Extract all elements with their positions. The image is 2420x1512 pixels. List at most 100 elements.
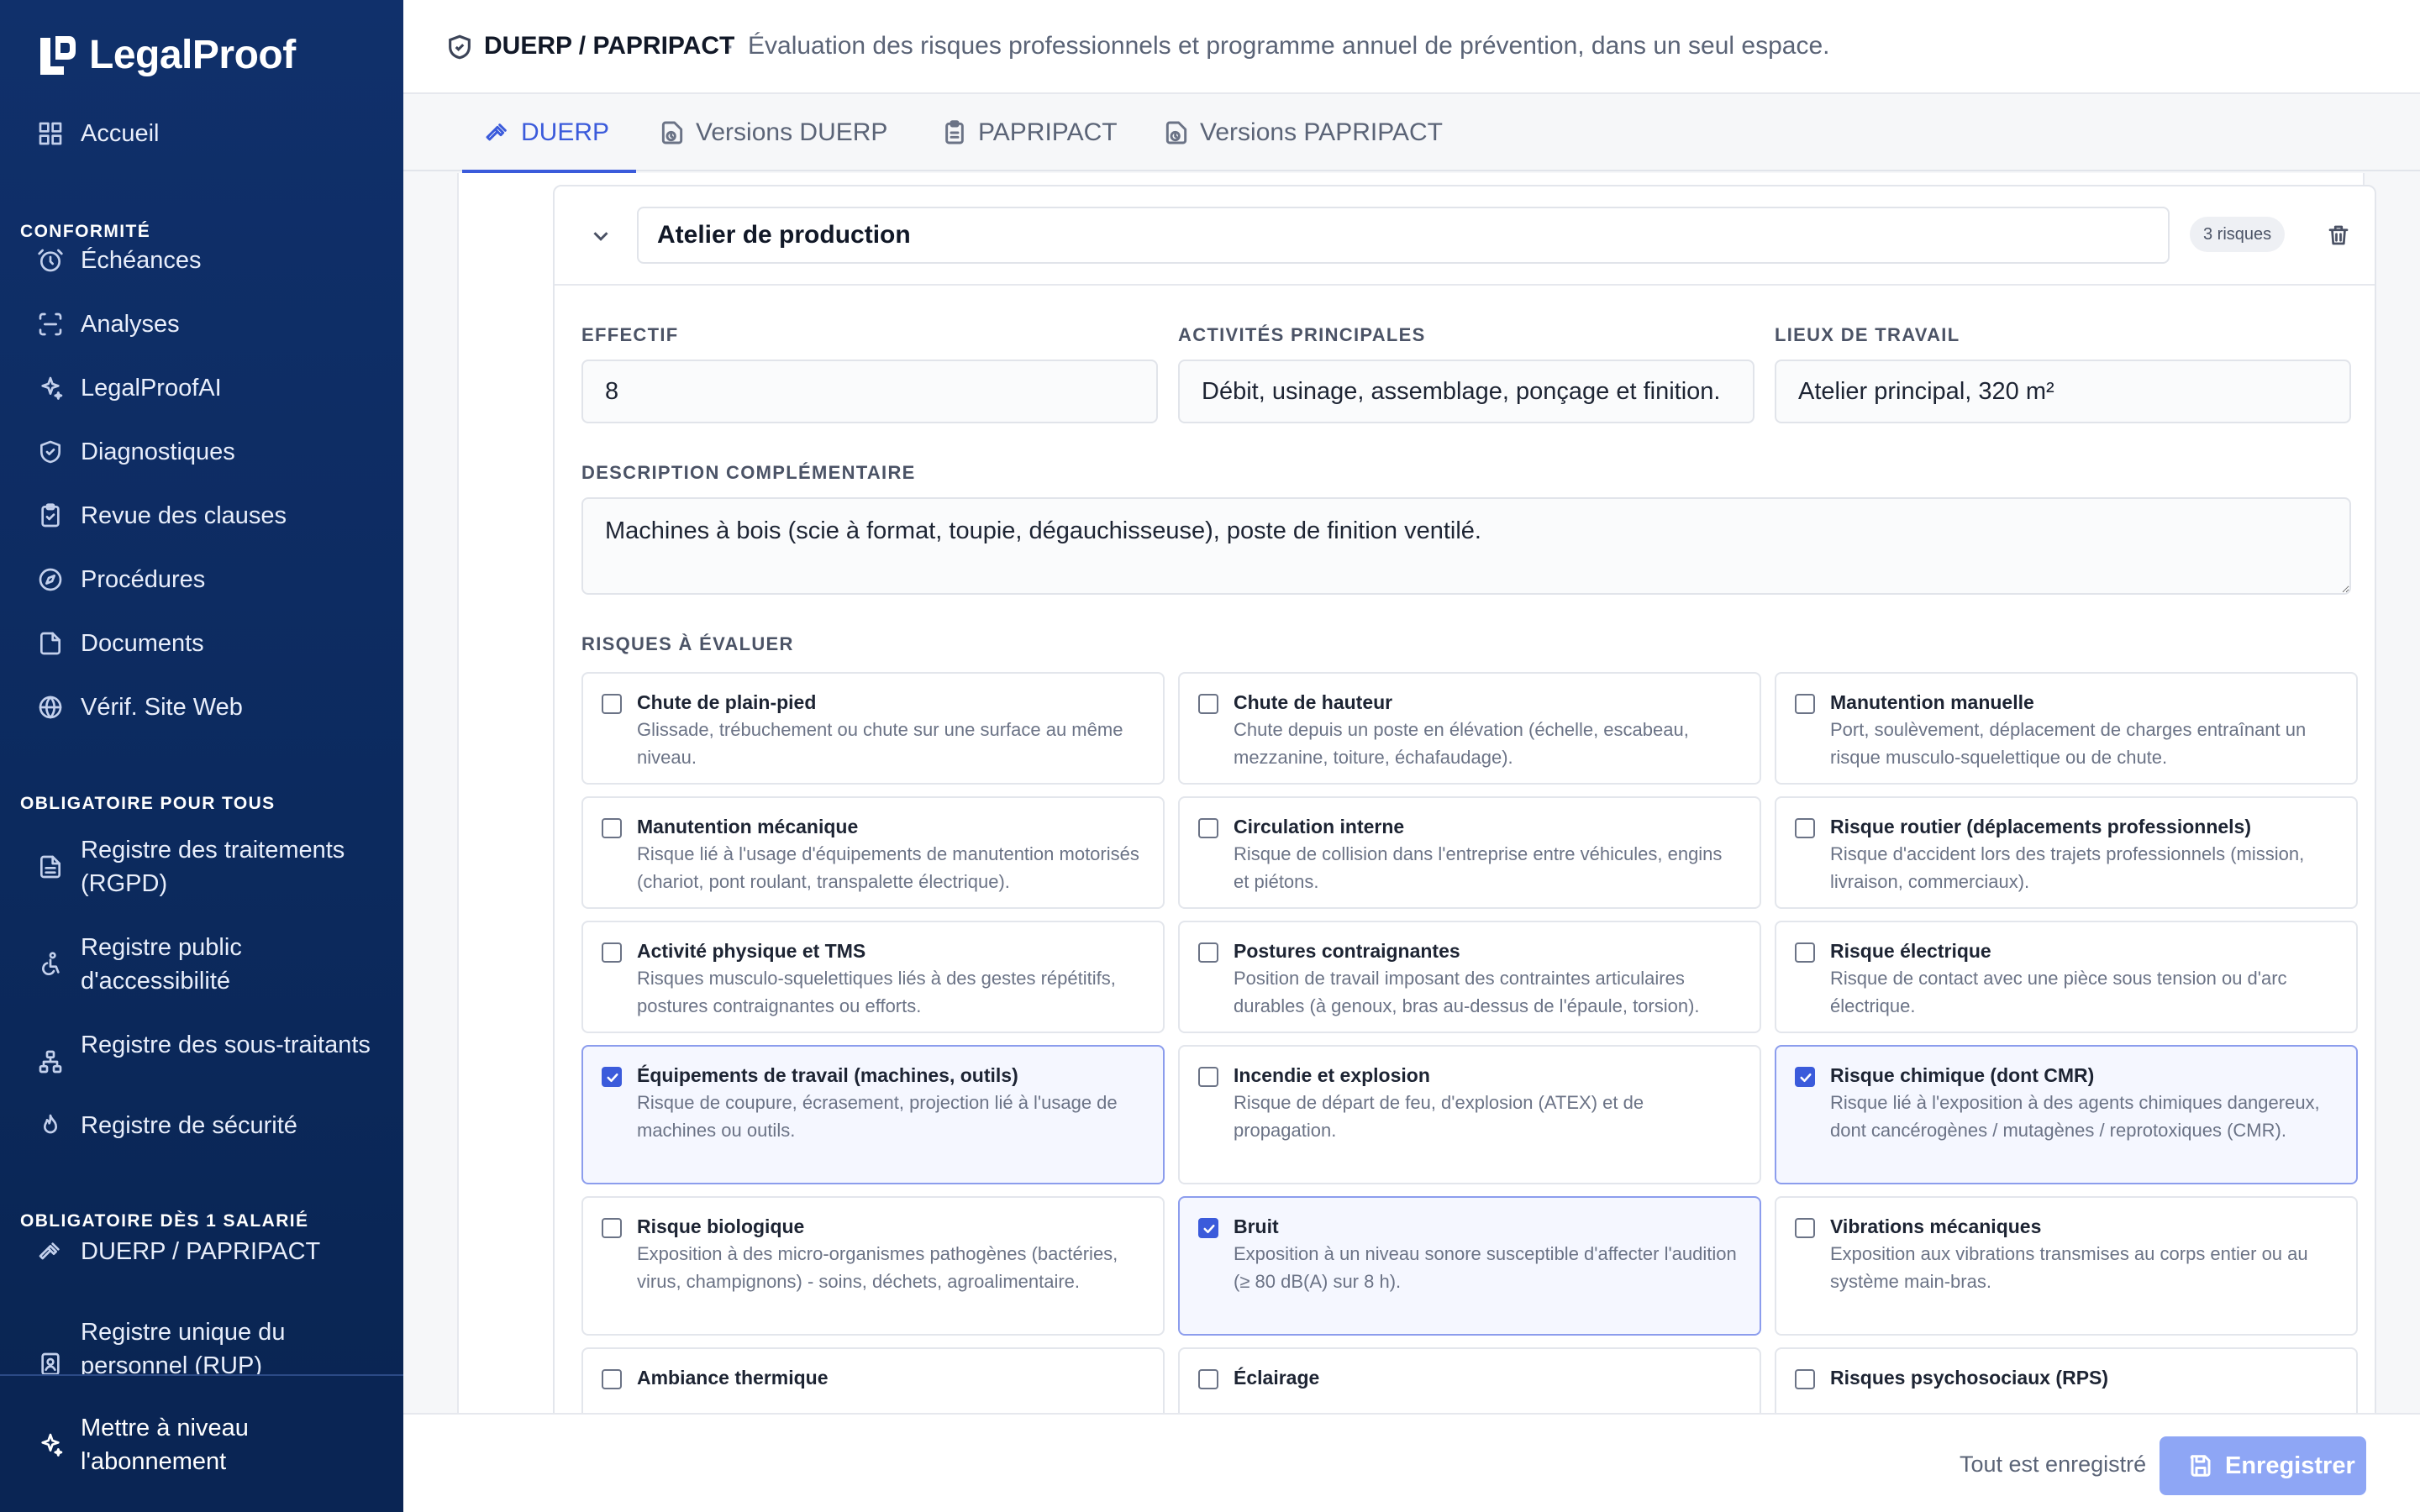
risk-description: Risque lié à l'exposition à des agents c… — [1830, 1092, 2320, 1141]
duerp-card: 3 risques EFFECTIF ACTIVITÉS PRINCIPALES… — [457, 173, 2376, 1413]
clipboard-icon — [945, 120, 964, 144]
save-button[interactable]: Enregistrer — [2160, 1436, 2366, 1495]
risk-checkbox[interactable] — [602, 942, 622, 963]
risk-option[interactable]: Activité physique et TMS Risques musculo-… — [581, 921, 1165, 1033]
risk-description: Risque de coupure, écrasement, projectio… — [637, 1092, 1118, 1141]
risk-description: Risque de départ de feu, d'explosion (AT… — [1234, 1092, 1644, 1141]
risk-option[interactable]: Postures contraignantes Position de trava… — [1178, 921, 1761, 1033]
effectif-input[interactable] — [581, 360, 1158, 423]
description-textarea[interactable]: Machines à bois (scie à format, toupie, … — [581, 497, 2351, 595]
clipboard-check-icon — [35, 501, 66, 531]
chevron-down-icon[interactable] — [588, 223, 613, 249]
risk-description: Risque de contact avec une pièce sous te… — [1830, 968, 2287, 1016]
tab-versions-duerp[interactable]: Versions DUERP — [659, 94, 887, 171]
risk-checkbox[interactable] — [602, 1067, 622, 1087]
file-clock-icon — [661, 121, 683, 144]
save-button-label: Enregistrer — [2225, 1452, 2355, 1479]
page-subtitle: Évaluation des risques professionnels et… — [748, 32, 1830, 60]
risk-title: Éclairage — [1234, 1367, 1320, 1389]
risk-checkbox[interactable] — [602, 1369, 622, 1389]
check-icon — [1203, 1224, 1215, 1234]
risk-title: Risque routier (déplacements professionn… — [1830, 816, 2252, 837]
sidebar-item-label: Échéances — [81, 247, 202, 274]
sidebar-item-label: Registre public d'accessibilité — [81, 934, 242, 995]
risk-checkbox[interactable] — [602, 694, 622, 714]
risk-checkbox[interactable] — [602, 818, 622, 838]
risk-title: Manutention manuelle — [1830, 691, 2034, 713]
risk-checkbox[interactable] — [1198, 694, 1218, 714]
scan-icon — [35, 309, 66, 339]
lieux-input[interactable] — [1775, 360, 2351, 423]
risk-option[interactable]: Chute de plain-pied Glissade, trébuchemen… — [581, 672, 1165, 785]
risk-option[interactable]: Manutention manuelle Port, soulèvement, d… — [1775, 672, 2358, 785]
tab-versions-papripact[interactable]: Versions PAPRIPACT — [1163, 94, 1443, 171]
risk-option[interactable]: Risque routier (déplacements professionn… — [1775, 796, 2358, 909]
risk-title: Chute de hauteur — [1234, 691, 1393, 713]
check-icon — [607, 1073, 618, 1083]
risk-checkbox[interactable] — [1795, 942, 1815, 963]
risk-description: Risque lié à l'usage d'équipements de ma… — [637, 843, 1139, 892]
risk-checkbox[interactable] — [1795, 1218, 1815, 1238]
risk-option[interactable]: Équipements de travail (machines, outils… — [581, 1045, 1165, 1184]
risk-description: Position de travail imposant des contrai… — [1234, 968, 1700, 1016]
risk-checkbox[interactable] — [1198, 1067, 1218, 1087]
tab-duerp[interactable]: DUERP — [461, 94, 637, 173]
brand-logo[interactable]: LegalProof — [35, 32, 296, 78]
risk-checkbox[interactable] — [1198, 942, 1218, 963]
risk-option[interactable]: Bruit Exposition à un niveau sonore susce… — [1178, 1196, 1761, 1336]
sidebar-item-registre-accessibilite[interactable]: Registre public d'accessibilité — [0, 931, 403, 998]
sidebar-item-label: Registre unique du personnel (RUP) — [81, 1319, 286, 1379]
risk-option[interactable]: Éclairage — [1178, 1347, 1761, 1413]
risk-title: Risque chimique (dont CMR) — [1830, 1064, 2095, 1086]
risk-option[interactable]: Risques psychosociaux (RPS) — [1775, 1347, 2358, 1413]
sidebar-item-registre-traitements[interactable]: Registre des traitements (RGPD) — [0, 833, 403, 900]
sidebar-item-registre-personnel[interactable]: Registre unique du personnel (RUP) — [0, 1315, 403, 1383]
risk-option[interactable]: Manutention mécanique Risque lié à l'usag… — [581, 796, 1165, 909]
risk-option[interactable]: Risque biologique Exposition à des micro-… — [581, 1196, 1165, 1336]
risk-title: Équipements de travail (machines, outils… — [637, 1064, 1018, 1086]
activites-input[interactable] — [1178, 360, 1754, 423]
sidebar-item-label: Diagnostiques — [81, 438, 235, 465]
risk-option[interactable]: Circulation interne Risque de collision d… — [1178, 796, 1761, 909]
accessibility-icon — [35, 949, 66, 979]
risk-title: Incendie et explosion — [1234, 1064, 1430, 1086]
effectif-label: EFFECTIF — [581, 324, 679, 345]
sidebar-footer: Mettre à niveau l'abonnement — [0, 1374, 403, 1512]
risk-title: Activité physique et TMS — [637, 940, 866, 962]
risk-checkbox[interactable] — [1795, 1369, 1815, 1389]
risk-title: Risque biologique — [637, 1215, 805, 1237]
file-clock-icon — [1165, 121, 1187, 144]
risk-checkbox[interactable] — [602, 1218, 622, 1238]
risk-option[interactable]: Ambiance thermique — [581, 1347, 1165, 1413]
risk-description: Exposition à des micro-organismes pathog… — [637, 1243, 1118, 1292]
trash-icon[interactable] — [2326, 222, 2353, 249]
risk-option[interactable]: Chute de hauteur Chute depuis un poste en… — [1178, 672, 1761, 785]
risk-option[interactable]: Risque chimique (dont CMR) Risque lié à l… — [1775, 1045, 2358, 1184]
file-list-icon — [35, 852, 66, 882]
risk-checkbox[interactable] — [1198, 1369, 1218, 1389]
risk-title: Chute de plain-pied — [637, 691, 817, 713]
risk-option[interactable]: Vibrations mécaniques Exposition aux vibr… — [1775, 1196, 2358, 1336]
shield-check-icon — [35, 437, 66, 467]
risk-checkbox[interactable] — [1795, 694, 1815, 714]
tab-papripact[interactable]: PAPRIPACT — [941, 94, 1118, 171]
sidebar-item-label: DUERP / PAPRIPACT — [81, 1238, 321, 1265]
risk-checkbox[interactable] — [1198, 1218, 1218, 1238]
risks-label: RISQUES À ÉVALUER — [581, 633, 794, 654]
risk-checkbox[interactable] — [1795, 1067, 1815, 1087]
risk-checkbox[interactable] — [1198, 818, 1218, 838]
upgrade-subscription-button[interactable]: Mettre à niveau l'abonnement — [0, 1411, 403, 1478]
save-status: Tout est enregistré — [1960, 1452, 2147, 1477]
sidebar-item-registre-sous-traitants[interactable]: Registre des sous-traitants — [0, 1028, 403, 1095]
risk-title: Bruit — [1234, 1215, 1279, 1237]
risk-title: Vibrations mécaniques — [1830, 1215, 2042, 1237]
risk-checkbox[interactable] — [1795, 818, 1815, 838]
work-unit-name-input[interactable] — [637, 207, 2170, 264]
work-unit-header: 3 risques — [555, 186, 2375, 286]
tab-label: Versions DUERP — [696, 118, 888, 146]
hammer-icon — [486, 123, 507, 141]
sidebar-item-label: Registre des sous-traitants — [81, 1032, 371, 1058]
risk-title: Manutention mécanique — [637, 816, 859, 837]
risk-option[interactable]: Incendie et explosion Risque de départ de… — [1178, 1045, 1761, 1184]
risk-option[interactable]: Risque électrique Risque de contact avec … — [1775, 921, 2358, 1033]
